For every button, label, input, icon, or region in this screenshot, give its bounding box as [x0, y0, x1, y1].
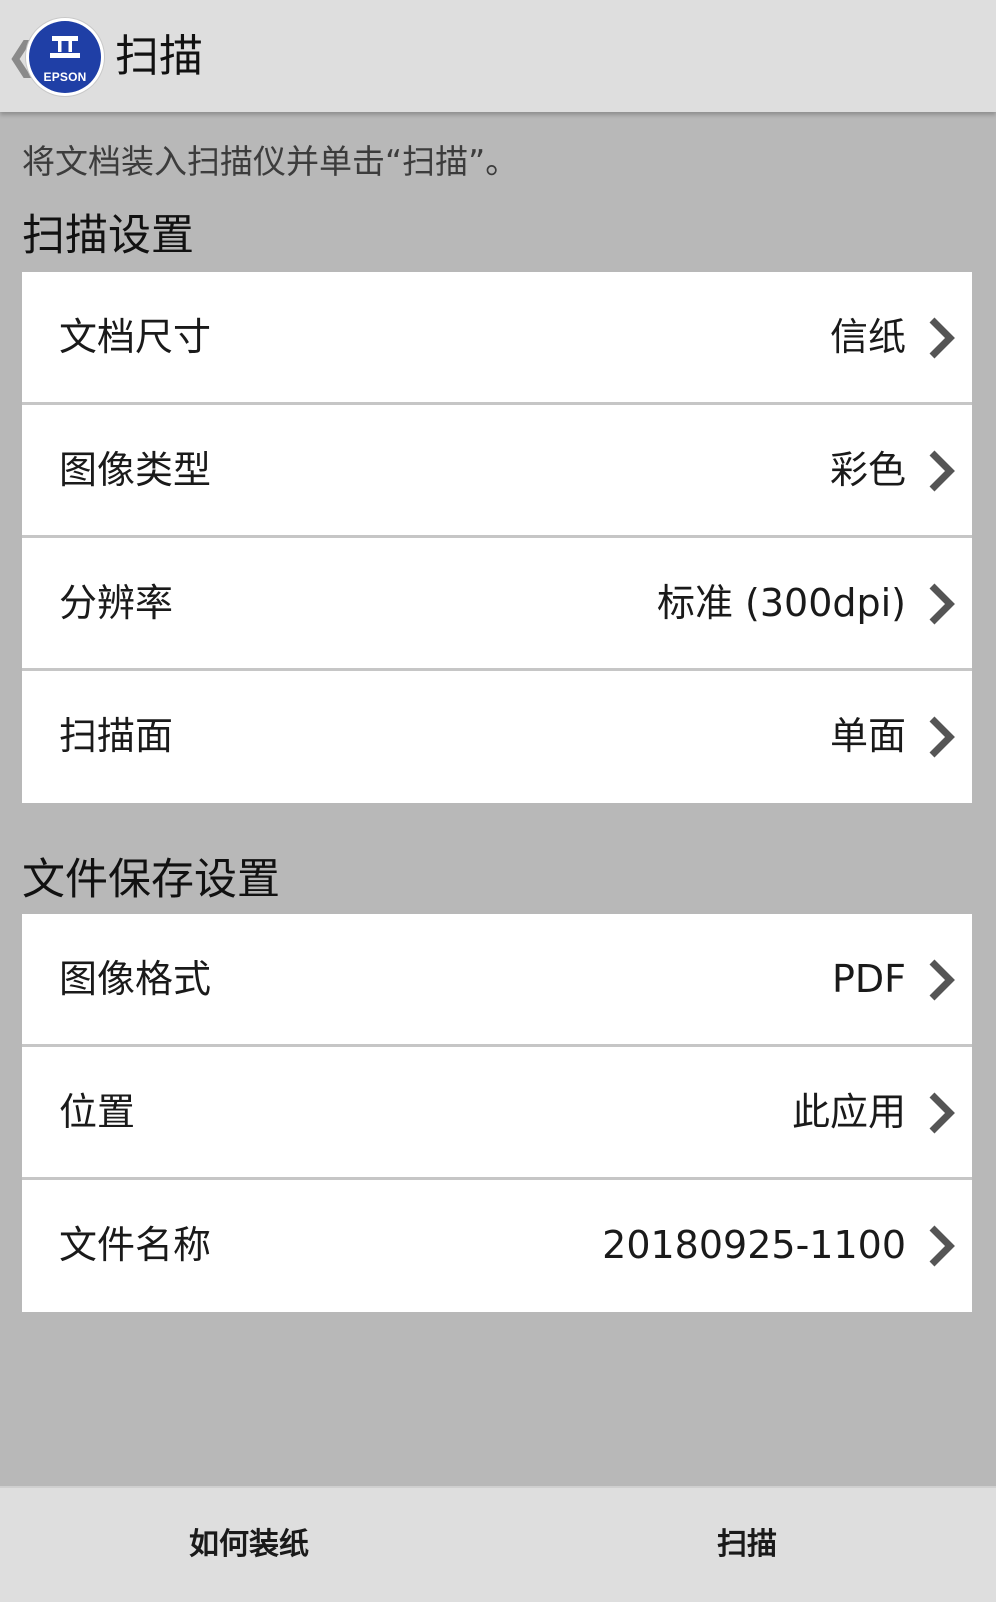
chevron-right-icon	[929, 1225, 955, 1267]
scan-button[interactable]: 扫描	[498, 1488, 996, 1602]
chevron-right-icon	[929, 317, 955, 359]
setting-label: 位置	[59, 1090, 136, 1134]
chevron-right-icon	[929, 1092, 955, 1134]
page-title: 扫描	[115, 31, 203, 82]
chevron-right-icon	[929, 583, 955, 625]
epson-logo[interactable]: EPSON	[26, 18, 104, 96]
setting-label: 图像格式	[59, 957, 212, 1001]
logo-brand-text: EPSON	[43, 70, 87, 84]
scanner-icon	[50, 36, 80, 58]
setting-value: 此应用	[791, 1090, 906, 1134]
scan-settings-panel: 文档尺寸 信纸 图像类型 彩色 分辨率 标准 (300dpi) 扫描面 单面	[22, 272, 972, 803]
scan-instruction: 将文档装入扫描仪并单击“扫描”。	[22, 142, 519, 181]
setting-label: 分辨率	[59, 581, 174, 625]
section-title-scan-settings: 扫描设置	[22, 211, 194, 261]
setting-label: 文件名称	[59, 1223, 212, 1267]
setting-row-file-name[interactable]: 文件名称 20180925-1100	[22, 1180, 972, 1312]
setting-row-resolution[interactable]: 分辨率 标准 (300dpi)	[22, 538, 972, 671]
setting-value: 彩色	[829, 448, 906, 492]
setting-value: 20180925-1100	[602, 1223, 906, 1267]
setting-value: 信纸	[829, 315, 906, 359]
setting-row-image-type[interactable]: 图像类型 彩色	[22, 405, 972, 538]
setting-row-document-size[interactable]: 文档尺寸 信纸	[22, 272, 972, 405]
setting-label: 文档尺寸	[59, 315, 212, 359]
setting-value: 单面	[829, 714, 906, 758]
section-title-file-save-settings: 文件保存设置	[22, 855, 280, 905]
setting-row-image-format[interactable]: 图像格式 PDF	[22, 914, 972, 1047]
setting-label: 图像类型	[59, 448, 212, 492]
chevron-right-icon	[929, 716, 955, 758]
setting-row-location[interactable]: 位置 此应用	[22, 1047, 972, 1180]
app-bar: ❮ EPSON 扫描	[0, 0, 996, 112]
file-save-settings-panel: 图像格式 PDF 位置 此应用 文件名称 20180925-1100	[22, 914, 972, 1312]
setting-row-scan-side[interactable]: 扫描面 单面	[22, 671, 972, 803]
chevron-right-icon	[929, 450, 955, 492]
bottom-action-bar: 如何装纸 扫描	[0, 1486, 996, 1602]
setting-value: PDF	[831, 957, 906, 1001]
setting-label: 扫描面	[59, 714, 174, 758]
how-to-load-paper-button[interactable]: 如何装纸	[0, 1488, 498, 1602]
setting-value: 标准 (300dpi)	[656, 581, 906, 625]
chevron-right-icon	[929, 959, 955, 1001]
logo-disc: EPSON	[29, 21, 101, 93]
